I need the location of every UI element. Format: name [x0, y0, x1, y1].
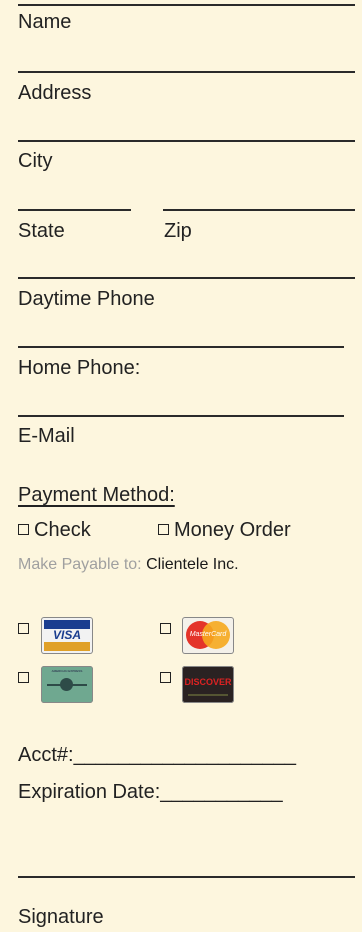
visa-card-icon: VISA — [41, 617, 93, 654]
acct-label: Acct#: — [18, 744, 74, 766]
name-line[interactable] — [18, 4, 355, 6]
mastercard-label: MasterCard — [189, 631, 227, 638]
discover-card-icon: DISCOVER — [182, 666, 234, 703]
zip-label: Zip — [164, 220, 192, 242]
amex-label: AMERICAN EXPRESS — [51, 669, 83, 673]
city-line[interactable] — [18, 140, 355, 142]
mastercard-card-icon: MasterCard — [182, 617, 234, 654]
visa-checkbox[interactable] — [18, 623, 29, 634]
name-label: Name — [18, 11, 72, 33]
payment-method-heading: Payment Method: — [18, 484, 175, 506]
payable-to-prefix: Make Payable to: — [18, 556, 142, 573]
money-order-checkbox[interactable] — [158, 524, 169, 535]
address-label: Address — [18, 82, 92, 104]
amex-card-icon: AMERICAN EXPRESS — [41, 666, 93, 703]
acct-line[interactable]: ____________________ — [74, 744, 296, 766]
home-phone-line[interactable] — [18, 346, 344, 348]
expiration-line[interactable]: ___________ — [160, 781, 282, 803]
discover-label: DISCOVER — [184, 677, 232, 687]
amex-checkbox[interactable] — [18, 672, 29, 683]
daytime-phone-label: Daytime Phone — [18, 288, 155, 310]
state-line[interactable] — [18, 209, 131, 211]
payable-to-line: Make Payable to: Clientele Inc. — [18, 556, 239, 574]
address-line[interactable] — [18, 71, 355, 73]
expiration-label: Expiration Date: — [18, 781, 161, 803]
money-order-option[interactable]: Money Order — [158, 519, 291, 541]
money-order-label: Money Order — [174, 519, 291, 541]
signature-line[interactable] — [18, 876, 355, 878]
visa-label: VISA — [52, 628, 81, 642]
mastercard-checkbox[interactable] — [160, 623, 171, 634]
daytime-phone-line[interactable] — [18, 277, 355, 279]
check-option[interactable]: Check — [18, 519, 91, 541]
check-label: Check — [34, 519, 91, 541]
city-label: City — [18, 150, 53, 172]
signature-label: Signature — [18, 906, 104, 928]
check-checkbox[interactable] — [18, 524, 29, 535]
home-phone-label: Home Phone: — [18, 357, 141, 379]
acct-row[interactable]: Acct#:____________________ — [18, 744, 296, 766]
state-label: State — [18, 220, 65, 242]
zip-line[interactable] — [163, 209, 355, 211]
discover-checkbox[interactable] — [160, 672, 171, 683]
payable-to-name: Clientele Inc. — [146, 556, 239, 573]
expiration-row[interactable]: Expiration Date:___________ — [18, 781, 283, 803]
email-line[interactable] — [18, 415, 344, 417]
email-label: E-Mail — [18, 425, 75, 447]
